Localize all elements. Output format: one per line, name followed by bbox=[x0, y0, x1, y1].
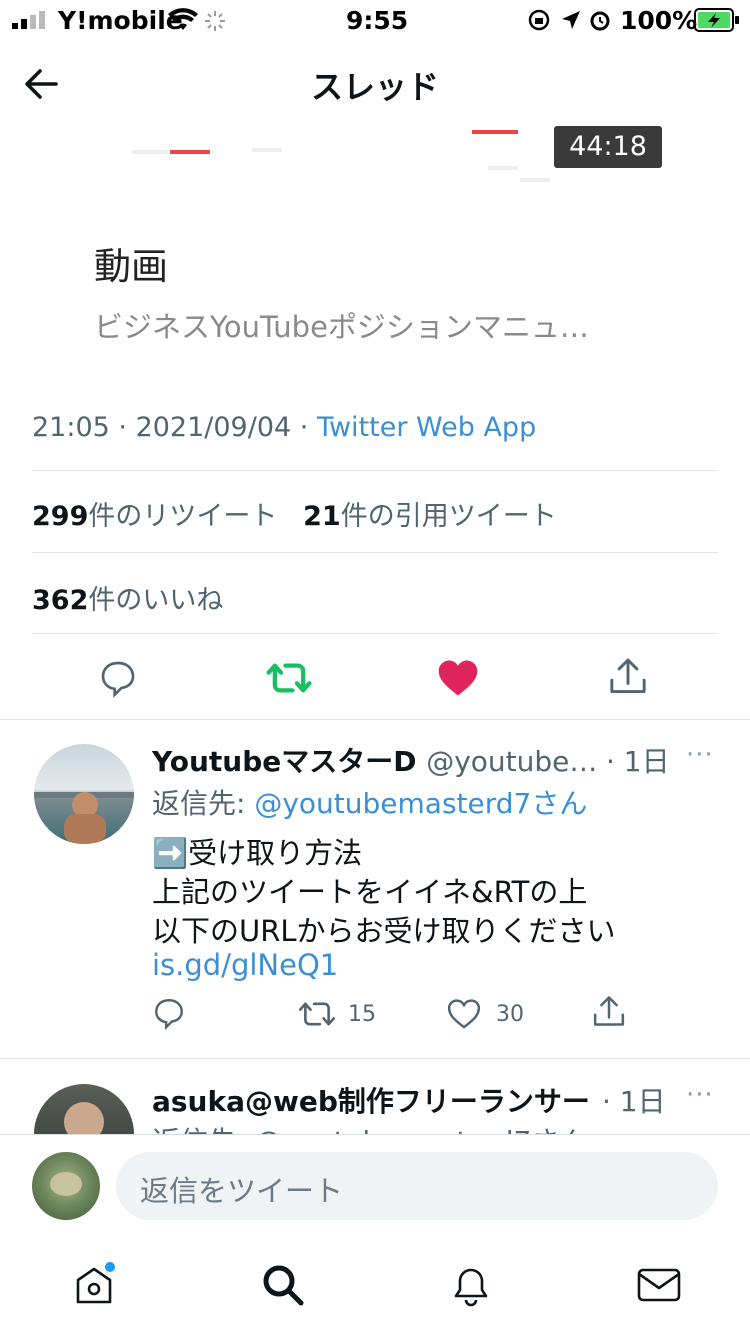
tweet-timestamp: 21:05 · 2021/09/04 · Twitter Web App bbox=[32, 412, 537, 443]
retweet-stats: 299件のリツイート 21件の引用ツイート bbox=[32, 494, 557, 533]
divider bbox=[32, 470, 718, 471]
tweet-date: 2021/09/04 bbox=[135, 412, 292, 443]
screen: { "status_bar": {"carrier":"Y!mobile","t… bbox=[0, 0, 750, 1334]
divider bbox=[0, 1058, 750, 1059]
share-icon[interactable] bbox=[608, 656, 648, 698]
like-count: 30 bbox=[496, 1002, 524, 1027]
reply-text-line: 上記のツイートをイイネ&RTの上 bbox=[152, 875, 588, 909]
reply-time[interactable]: · 1日 bbox=[606, 740, 670, 780]
tweet-source-link[interactable]: Twitter Web App bbox=[317, 412, 536, 443]
video-duration: 44:18 bbox=[554, 126, 662, 168]
home-icon[interactable] bbox=[72, 1262, 118, 1308]
reply-item[interactable]: asuka@web制作フリーランサー · 1日 ··· 返信先: @youtub… bbox=[0, 1060, 750, 1134]
wifi-icon bbox=[168, 8, 198, 30]
likes-link[interactable]: 362件のいいね bbox=[32, 578, 223, 617]
retweet-icon[interactable] bbox=[266, 658, 312, 698]
tweet-action-bar bbox=[0, 654, 750, 702]
reply-compose-input[interactable]: 返信をツイート bbox=[116, 1152, 718, 1220]
reply-author[interactable]: YoutubeマスターD @youtube… bbox=[152, 740, 597, 780]
reply-to-handle[interactable]: @youtubemasterd7さん bbox=[254, 787, 587, 820]
location-icon bbox=[562, 11, 580, 29]
media-card-subtitle[interactable]: ビジネスYouTubeポジションマニュ… bbox=[94, 304, 589, 346]
divider bbox=[0, 719, 750, 720]
divider bbox=[32, 633, 718, 634]
my-avatar[interactable] bbox=[32, 1152, 100, 1220]
status-bar: Y!mobile 9:55 100% bbox=[0, 0, 750, 40]
share-icon[interactable] bbox=[592, 994, 626, 1030]
rotation-lock-icon bbox=[528, 9, 550, 31]
clock-time: 9:55 bbox=[346, 6, 409, 35]
like-heart-icon[interactable] bbox=[437, 658, 479, 698]
quotes-link[interactable]: 21件の引用ツイート bbox=[303, 501, 557, 532]
battery-percent: 100% bbox=[620, 6, 698, 35]
retweet-icon[interactable] bbox=[298, 998, 336, 1030]
reply-text-line: 以下のURLからお受け取りください bbox=[152, 914, 616, 948]
alarm-icon bbox=[590, 11, 610, 31]
notifications-bell-icon[interactable] bbox=[448, 1262, 494, 1308]
search-icon[interactable] bbox=[260, 1262, 306, 1308]
reply-icon[interactable] bbox=[98, 658, 138, 698]
media-card-label[interactable]: 動画 bbox=[94, 236, 168, 290]
divider bbox=[0, 1134, 750, 1135]
reply-author-name[interactable]: asuka@web制作フリーランサー bbox=[152, 1080, 590, 1120]
reply-to-line: 返信先: @youtubemasterd7さん bbox=[152, 787, 588, 820]
reply-icon[interactable] bbox=[152, 996, 186, 1030]
retweet-count: 15 bbox=[348, 1002, 376, 1027]
reply-time[interactable]: · 1日 bbox=[602, 1080, 666, 1120]
messages-envelope-icon[interactable] bbox=[636, 1262, 682, 1308]
reply-to-line: 返信先: @youtubemasterd7さん bbox=[152, 1120, 587, 1134]
carrier-label: Y!mobile bbox=[58, 6, 183, 35]
reply-text-line: ➡️受け取り方法 bbox=[152, 836, 363, 870]
page-title: スレッド bbox=[310, 68, 439, 106]
avatar[interactable] bbox=[34, 744, 134, 844]
retweets-link[interactable]: 299件のリツイート bbox=[32, 501, 277, 532]
thread-header: スレッド bbox=[0, 40, 750, 126]
reply-author-name[interactable]: YoutubeマスターD bbox=[152, 745, 416, 778]
signal-icon bbox=[12, 11, 45, 29]
compose-placeholder: 返信をツイート bbox=[140, 1174, 344, 1208]
more-options-icon[interactable]: ··· bbox=[686, 740, 714, 770]
more-options-icon[interactable]: ··· bbox=[686, 1080, 714, 1110]
divider bbox=[32, 552, 718, 553]
tweet-time: 21:05 bbox=[32, 412, 110, 443]
battery-charging-icon bbox=[694, 8, 739, 32]
like-heart-icon[interactable] bbox=[446, 998, 482, 1030]
avatar[interactable] bbox=[34, 1084, 134, 1134]
loading-spinner-icon bbox=[205, 11, 225, 31]
reply-author-handle[interactable]: @youtube… bbox=[426, 745, 597, 778]
reply-url-link[interactable]: is.gd/glNeQ1 bbox=[152, 948, 338, 982]
